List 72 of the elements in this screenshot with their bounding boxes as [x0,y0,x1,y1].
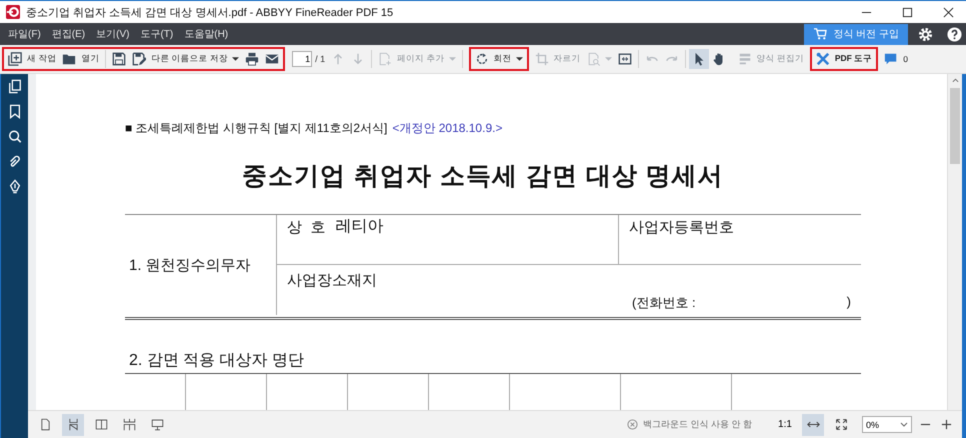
zoom-in-icon[interactable] [941,419,952,430]
field-label: 사업장소재지 [287,272,377,289]
comments-button[interactable]: 0 [881,49,911,69]
expand-icon [834,418,848,431]
save-as-button[interactable]: 다른 이름으로 저장 [129,49,242,69]
background-recognition-toggle[interactable]: 백그라운드 인식 사용 안 함 [626,418,752,431]
rotate-button[interactable]: 회전 [472,49,526,69]
field-value: 레티아 [335,217,384,237]
menu-item[interactable]: 편집(E) [52,27,86,41]
open-button[interactable]: 열기 [59,49,102,69]
hand-icon [712,52,726,66]
caret-icon [232,57,240,61]
form-reference: ■ 조세특례제한법 시행규칙 [별지 제11호의2서식] [125,120,388,137]
page-icon [38,418,52,431]
document-search-icon [586,52,600,66]
caret-icon [604,57,612,61]
print-icon [245,52,260,66]
help-icon[interactable] [947,26,962,42]
maximize-icon[interactable] [902,6,913,18]
tools-icon [816,52,830,66]
compare-icon [618,52,632,66]
section-label: 1. 원천징수의무자 [129,256,251,274]
field-label: (전화번호 : [632,294,696,312]
pages-icon[interactable] [8,79,22,94]
two-pages-scroll-icon [122,418,136,431]
save-icon [112,52,126,66]
window-title: 중소기업 취업자 소득세 감면 대상 명세서.pdf - ABBYY FineReader PDF 15 [26,6,394,20]
page-count: / 1 [315,54,326,64]
app-logo-icon [6,5,20,19]
scroll-view-button[interactable] [62,414,84,436]
settings-icon[interactable] [918,26,933,42]
new-button[interactable]: 새 작업 [5,49,60,69]
pdf-tools-button[interactable]: PDF 도구 [812,49,876,69]
document-title: 중소기업 취업자 소득세 감면 대상 명세서 [242,161,725,192]
section-label: 2. 감면 적용 대상자 명단 [125,350,861,374]
scroll-up-icon[interactable] [952,78,958,83]
cancel-icon [626,419,638,430]
paperclip-icon[interactable] [8,154,22,169]
pen-nib-icon[interactable] [8,179,22,194]
field-label: 상 호 [287,218,326,237]
form-icon [738,52,752,66]
caret-icon [448,57,456,61]
search-icon[interactable] [8,129,22,144]
comment-icon [884,52,898,66]
scroll-pages-icon [66,418,80,431]
caret-icon [900,422,908,427]
cart-icon [813,28,828,40]
zoom-dropdown[interactable]: 0% [862,416,912,433]
add-page-icon [8,52,22,66]
select-button[interactable] [688,49,708,69]
save-as-icon [132,52,146,66]
revision-date: <개정안 2018.10.9.> [392,120,502,137]
folder-icon [62,52,76,66]
scrollbar-thumb[interactable] [950,88,960,164]
menu-item[interactable]: 파일(F) [8,27,41,41]
menu-item[interactable]: 도구(T) [140,27,174,41]
field-label: ) [846,294,851,311]
crop-icon [534,52,548,66]
bookmark-icon[interactable] [8,104,22,119]
actual-size-button[interactable]: 1:1 [774,414,796,436]
two-pages-icon [94,418,108,431]
close-icon[interactable] [943,6,954,18]
rotate-icon [474,52,488,66]
field-label: 사업자등록번호 [629,219,734,236]
fit-width-button[interactable] [802,414,824,436]
menu-item[interactable]: 도움말(H) [184,27,228,41]
monitor-icon [150,418,164,431]
menu-item[interactable]: 보기(V) [96,27,130,41]
mail-icon [265,52,280,66]
add-page-icon [378,52,392,66]
caret-icon [516,57,522,61]
page-field[interactable]: 1 [292,51,312,67]
